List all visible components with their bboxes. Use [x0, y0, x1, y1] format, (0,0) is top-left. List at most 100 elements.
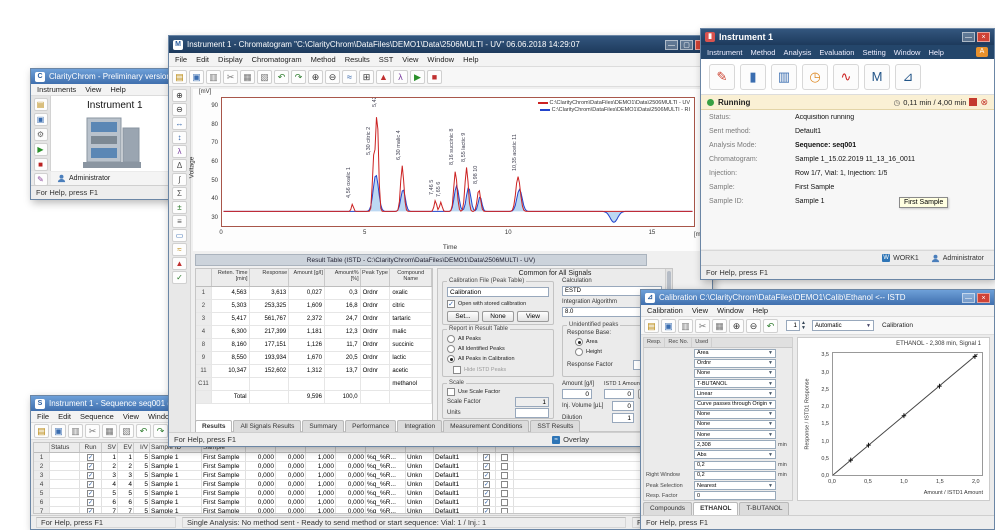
checkbox-cell[interactable]: ✓: [478, 489, 496, 497]
scale-factor-field[interactable]: 1: [515, 397, 549, 407]
redo-icon[interactable]: ↷: [153, 424, 168, 438]
property-control[interactable]: Linear▼: [694, 389, 776, 398]
column-header[interactable]: EV: [118, 443, 134, 452]
column-header[interactable]: Run: [80, 443, 102, 452]
cell[interactable]: 1,000: [306, 480, 336, 488]
menu-item[interactable]: Window: [894, 48, 921, 57]
property-control[interactable]: 0,2▼: [694, 461, 776, 470]
cell[interactable]: %q_%R...: [366, 507, 406, 514]
table-row[interactable]: 4✓445Sample 1First Sample0,0000,0001,000…: [34, 480, 714, 489]
table-row[interactable]: 1✓115Sample 1First Sample0,0000,0001,000…: [34, 453, 714, 462]
menu-item[interactable]: Results: [345, 55, 370, 64]
property-control[interactable]: Curve passes through Origin▼: [694, 400, 776, 409]
menu-item[interactable]: Edit: [58, 412, 71, 421]
table-row[interactable]: 14,5633,6130,0270,3Ordnroxalic: [196, 287, 432, 300]
checkbox-cell[interactable]: [496, 498, 514, 506]
table-row[interactable]: 1110,347152,6021,31213,7Ordnracetic: [196, 365, 432, 378]
menu-item[interactable]: View: [123, 412, 139, 421]
cell[interactable]: Default1: [434, 489, 478, 497]
run-checkbox[interactable]: ✓: [80, 462, 102, 470]
property-control[interactable]: 2,308▼: [694, 440, 776, 449]
cell[interactable]: Sample 1: [150, 453, 202, 461]
checkbox-cell[interactable]: [496, 480, 514, 488]
tab[interactable]: T-BUTANOL: [739, 502, 789, 515]
menu-item[interactable]: Setting: [862, 48, 885, 57]
column-header[interactable]: Peak Type: [361, 269, 391, 286]
cell[interactable]: 1,000: [306, 489, 336, 497]
open-icon[interactable]: ▤: [34, 424, 49, 438]
cell[interactable]: First Sample: [202, 453, 246, 461]
table-row[interactable]: 88,160177,1511,12611,7Ordnrsuccinic: [196, 339, 432, 352]
menu-item[interactable]: Evaluation: [819, 48, 854, 57]
minimize-button[interactable]: —: [665, 40, 678, 50]
column-header[interactable]: [34, 443, 50, 452]
checkbox-cell[interactable]: [496, 471, 514, 479]
cell[interactable]: 0,000: [276, 471, 306, 479]
print-icon[interactable]: ▥: [678, 319, 693, 333]
run-checkbox[interactable]: ✓: [80, 498, 102, 506]
checkbox-cell[interactable]: [496, 489, 514, 497]
response-base-radio[interactable]: Area: [575, 338, 602, 346]
checkbox-cell[interactable]: ✓: [478, 498, 496, 506]
copy-icon[interactable]: ▦: [712, 319, 727, 333]
data-acquisition-icon[interactable]: ∿: [833, 64, 859, 90]
menu-item[interactable]: Window: [427, 55, 454, 64]
menu-item[interactable]: Help: [110, 85, 125, 94]
save-icon[interactable]: ▣: [189, 70, 204, 84]
cell[interactable]: 5: [118, 489, 134, 497]
cell[interactable]: 2: [118, 462, 134, 470]
checkbox-cell[interactable]: [496, 453, 514, 461]
cell[interactable]: 0,000: [246, 489, 276, 497]
cell[interactable]: %q_%R...: [366, 480, 406, 488]
menu-item[interactable]: Edit: [196, 55, 209, 64]
menu-item[interactable]: Display: [218, 55, 243, 64]
stop-icon[interactable]: ■: [34, 158, 48, 171]
menu-item[interactable]: Instruments: [37, 85, 76, 94]
cell[interactable]: 5: [134, 498, 150, 506]
redo-icon[interactable]: ↷: [291, 70, 306, 84]
cell[interactable]: %q_%R...: [366, 489, 406, 497]
dilution-field[interactable]: 1: [612, 413, 634, 423]
cell[interactable]: First Sample: [202, 462, 246, 470]
menu-item[interactable]: Window: [717, 306, 744, 315]
menu-item[interactable]: Analysis: [783, 48, 811, 57]
stop-icon[interactable]: ■: [427, 70, 442, 84]
property-control[interactable]: Nearest▼: [694, 481, 776, 490]
cell[interactable]: First Sample: [202, 471, 246, 479]
title-bar[interactable]: M Instrument 1 - Chromatogram "C:\Clarit…: [169, 36, 712, 53]
integrate-icon[interactable]: ∫: [172, 173, 187, 186]
property-control[interactable]: Ordnr▼: [694, 359, 776, 368]
plot-frame[interactable]: [832, 352, 983, 476]
smooth-icon[interactable]: ≈: [172, 243, 187, 256]
delta-icon[interactable]: Δ: [172, 159, 187, 172]
run-icon[interactable]: ▶: [34, 143, 48, 156]
cell[interactable]: First Sample: [202, 489, 246, 497]
column-header[interactable]: Response: [250, 269, 290, 286]
cut-icon[interactable]: ✂: [223, 70, 238, 84]
cell[interactable]: Unkn: [406, 507, 434, 514]
cell[interactable]: 3: [118, 471, 134, 479]
peak-mark-icon[interactable]: ▲: [172, 257, 187, 270]
cell[interactable]: 7: [118, 507, 134, 514]
menu-item[interactable]: Sequence: [80, 412, 114, 421]
compound-number-spinner[interactable]: 1: [786, 320, 800, 331]
undo-icon[interactable]: ↶: [136, 424, 151, 438]
property-control[interactable]: None▼: [694, 430, 776, 439]
table-row[interactable]: 5✓555Sample 1First Sample0,0000,0001,000…: [34, 489, 714, 498]
property-control[interactable]: 0▼: [694, 491, 776, 500]
cell[interactable]: Default1: [434, 471, 478, 479]
cell[interactable]: Default1: [434, 507, 478, 514]
copy-icon[interactable]: ▦: [102, 424, 117, 438]
cell[interactable]: Default1: [434, 462, 478, 470]
menu-item[interactable]: Help: [463, 55, 478, 64]
spinner-arrows-icon[interactable]: ▲▼: [801, 321, 806, 331]
column-header[interactable]: Compound Name: [390, 269, 432, 286]
wavelength-icon[interactable]: λ: [393, 70, 408, 84]
cell[interactable]: 0,000: [246, 462, 276, 470]
method-setup-icon[interactable]: ✎: [709, 64, 735, 90]
table-row[interactable]: 46,300217,3991,18112,3Ordnrmalic: [196, 326, 432, 339]
cut-icon[interactable]: ✂: [85, 424, 100, 438]
column-header[interactable]: Status: [50, 443, 80, 452]
menu-item[interactable]: Method: [750, 48, 775, 57]
user-indicator[interactable]: Administrator: [931, 254, 984, 263]
